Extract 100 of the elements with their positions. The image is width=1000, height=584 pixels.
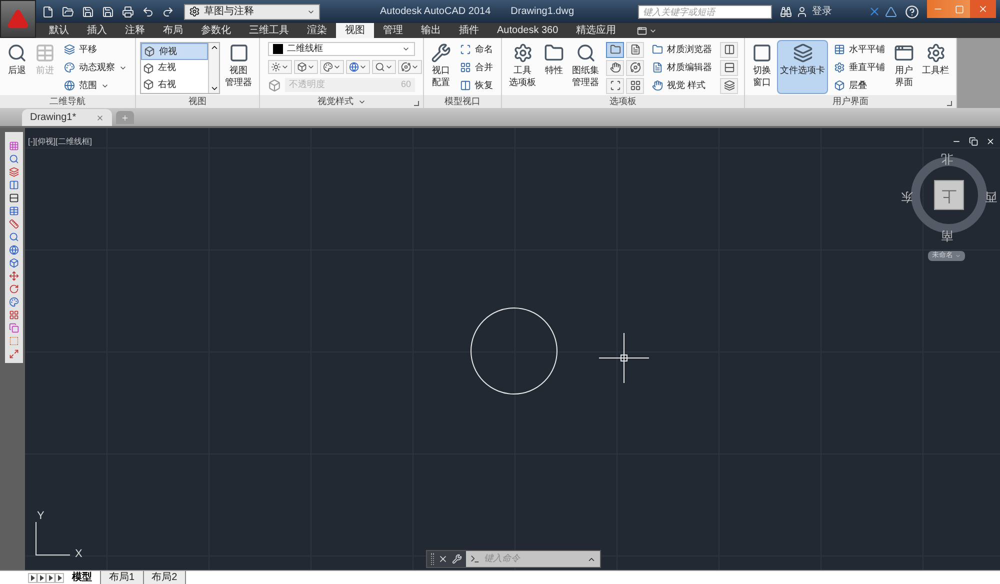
ribbon-small-button[interactable]: 命名 bbox=[460, 42, 493, 58]
hand-icon bbox=[652, 80, 663, 91]
launcher-icon[interactable] bbox=[414, 101, 419, 106]
next-tab-button[interactable] bbox=[46, 572, 55, 582]
ribbon-tab[interactable]: 精选应用 bbox=[567, 23, 626, 38]
prompt-icon bbox=[470, 554, 480, 564]
compass-east[interactable]: 东 bbox=[901, 188, 913, 206]
wrench-icon[interactable] bbox=[452, 554, 462, 564]
view-list-item[interactable]: 左视 bbox=[141, 60, 208, 76]
ribbon-tab[interactable]: 布局 bbox=[154, 23, 192, 38]
document-tab[interactable]: Drawing1* bbox=[22, 109, 112, 126]
workspace-dropdown[interactable]: 草图与注释 bbox=[184, 4, 320, 20]
window-icon bbox=[637, 26, 648, 36]
compass-south[interactable]: 南 bbox=[941, 227, 953, 245]
ribbon-tab[interactable]: 三维工具 bbox=[240, 23, 298, 38]
style-tool-button[interactable] bbox=[294, 60, 318, 74]
toolbar-button[interactable] bbox=[7, 192, 21, 203]
ribbon-small-button[interactable]: 视觉 样式 bbox=[652, 78, 712, 94]
triangle-icon[interactable] bbox=[885, 6, 897, 18]
layout-tab[interactable]: 布局2 bbox=[144, 571, 186, 584]
ribbon-button[interactable]: 视图 管理器 bbox=[222, 40, 255, 94]
command-input[interactable]: 键入命令 bbox=[484, 552, 583, 566]
ribbon-tab[interactable]: 管理 bbox=[374, 23, 412, 38]
ribbon-small-button[interactable]: 范围 bbox=[64, 78, 127, 94]
quick-access-button[interactable] bbox=[120, 4, 136, 20]
binoculars-icon[interactable] bbox=[780, 6, 792, 18]
layers-icon bbox=[724, 80, 734, 91]
cube-icon bbox=[297, 62, 307, 72]
panel-title[interactable]: 模型视口 bbox=[444, 94, 480, 108]
ribbon-tab[interactable]: 渲染 bbox=[298, 23, 336, 38]
sign-in-button[interactable]: 登录 bbox=[812, 4, 832, 19]
cube-icon bbox=[9, 258, 19, 268]
scroll-up-icon[interactable] bbox=[210, 43, 218, 52]
command-field[interactable]: 键入命令 bbox=[466, 551, 600, 567]
restore-icon[interactable] bbox=[969, 137, 978, 146]
caret-icon bbox=[411, 63, 419, 71]
file-name: Drawing1.dwg bbox=[510, 5, 574, 19]
ribbon-small-button[interactable]: 动态观察 bbox=[64, 60, 127, 76]
ribbon-tab[interactable]: 插入 bbox=[78, 23, 116, 38]
close-icon[interactable] bbox=[438, 554, 448, 564]
ribbon-tab[interactable]: 注释 bbox=[116, 23, 154, 38]
ribbon-small-button[interactable]: 恢复 bbox=[460, 78, 493, 94]
ribbon-tab[interactable]: 输出 bbox=[412, 23, 450, 38]
prev-tab-button[interactable] bbox=[37, 572, 46, 582]
ribbon-small-button[interactable]: 材质浏览器 bbox=[652, 42, 712, 58]
ribbon-tab[interactable]: Autodesk 360 bbox=[488, 23, 568, 38]
ribbon-small-button[interactable]: 水平平铺 bbox=[834, 42, 885, 58]
style-tool-button[interactable] bbox=[372, 60, 396, 74]
ribbon-small-button[interactable]: 材质编辑器 bbox=[652, 60, 712, 76]
ribbon-button[interactable]: 工具 选项板 bbox=[506, 40, 539, 94]
style-tool-button[interactable] bbox=[398, 60, 422, 74]
view-list-item[interactable]: 右视 bbox=[141, 76, 208, 93]
ribbon-button[interactable]: 后退 bbox=[4, 40, 30, 94]
scroll-down-icon[interactable] bbox=[210, 84, 218, 93]
layout-tab[interactable]: 布局1 bbox=[101, 571, 144, 584]
panel-title[interactable]: 视图 bbox=[188, 94, 206, 108]
panel-title[interactable]: 视觉样式 bbox=[318, 94, 366, 108]
ribbon-small-button[interactable]: 层叠 bbox=[834, 78, 885, 94]
panel-title[interactable]: 选项板 bbox=[610, 94, 636, 108]
panel-title[interactable]: 用户界面 bbox=[832, 94, 868, 108]
style-tool-button[interactable] bbox=[320, 60, 344, 74]
ribbon-tab[interactable]: 视图 bbox=[336, 23, 374, 38]
cube-icon bbox=[143, 62, 154, 74]
first-tab-button[interactable] bbox=[28, 572, 37, 582]
ribbon-button[interactable]: 特性 bbox=[541, 40, 567, 94]
palette-tool-button[interactable] bbox=[606, 42, 624, 58]
viewport-label[interactable]: [-][仰视][二维线框] bbox=[28, 136, 92, 148]
ribbon-button[interactable]: 用户 界面 bbox=[891, 40, 917, 94]
open-folder-icon bbox=[62, 6, 74, 18]
print-icon bbox=[122, 6, 134, 18]
plus-icon bbox=[121, 114, 130, 122]
compass-north[interactable]: 北 bbox=[941, 150, 953, 168]
hand-icon bbox=[610, 62, 620, 73]
ribbon-button[interactable]: 切换 窗口 bbox=[749, 40, 775, 94]
ribbon-button[interactable]: 视口 配置 bbox=[428, 40, 454, 94]
ribbon-small-button[interactable]: 平移 bbox=[64, 42, 127, 58]
help-icon[interactable] bbox=[905, 4, 919, 18]
app-menu-button[interactable] bbox=[0, 0, 36, 38]
layers-icon bbox=[792, 43, 812, 63]
view-list-item[interactable]: 仰视 bbox=[141, 43, 208, 60]
compass-west[interactable]: 西 bbox=[985, 188, 997, 206]
style-tool-button[interactable] bbox=[268, 60, 292, 74]
ribbon-small-button[interactable]: 合并 bbox=[460, 60, 493, 76]
search-field[interactable]: 键入关键字或短语 bbox=[638, 4, 772, 18]
panel-title[interactable]: 二维导航 bbox=[50, 94, 86, 108]
close-icon[interactable] bbox=[986, 137, 995, 146]
ribbon-button[interactable]: 工具栏 bbox=[919, 40, 952, 94]
ribbon-tab[interactable]: 插件 bbox=[450, 23, 488, 38]
launcher-icon[interactable] bbox=[947, 101, 952, 106]
square-icon bbox=[228, 43, 248, 63]
grid-icon bbox=[9, 140, 19, 150]
ribbon-button[interactable]: 文件选项卡 bbox=[777, 40, 828, 94]
window-icon bbox=[894, 43, 914, 63]
ribbon-small-button[interactable]: 垂直平铺 bbox=[834, 60, 885, 76]
style-tool-button[interactable] bbox=[346, 60, 370, 74]
ribbon-tab[interactable]: 默认 bbox=[40, 23, 78, 38]
grip-icon[interactable] bbox=[431, 553, 434, 565]
style-swatch-icon bbox=[273, 44, 283, 54]
ribbon-tab[interactable]: 参数化 bbox=[192, 23, 240, 38]
ribbon-button[interactable]: 图纸集 管理器 bbox=[569, 40, 602, 94]
